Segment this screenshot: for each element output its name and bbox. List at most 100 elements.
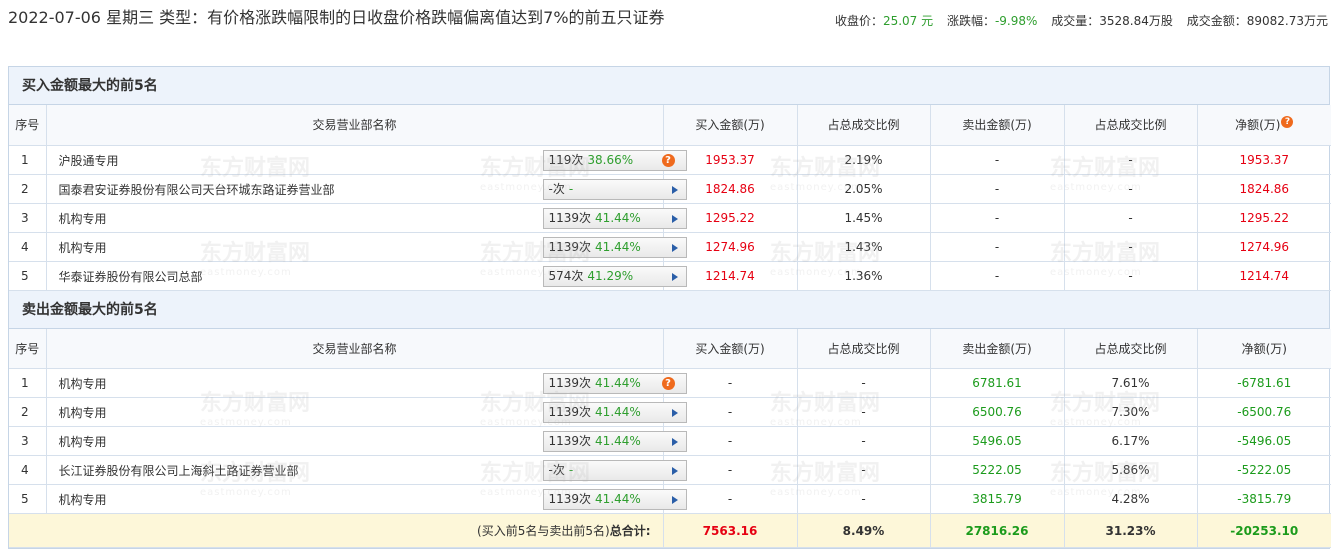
dragon-tiger-table: 买入金额最大的前5名 序号 交易营业部名称 买入金额(万) 占总成交比例 卖出金额(万)… xyxy=(8,66,1331,549)
buy-ratio: - xyxy=(797,484,931,514)
broker-cell: 机构专用 1139次 41.44% xyxy=(46,426,687,456)
sell-table-row: 2 机构专用 1139次 41.44% - -6500.76 7.30% -6500.76 xyxy=(9,397,1331,427)
buy-col-header: 买入金额(万) xyxy=(663,105,798,146)
sell-col-header: 占总成交比例 xyxy=(1064,328,1198,369)
broker-name-link[interactable]: 沪股通专用 xyxy=(59,152,119,169)
triangle-right-icon[interactable] xyxy=(671,467,678,475)
column-label: 净额(万) xyxy=(1235,118,1281,133)
sell-amount: 5496.05 xyxy=(930,426,1065,456)
broker-stats-button[interactable]: 1139次 41.44% xyxy=(542,207,687,229)
broker-times: 119次 xyxy=(548,152,584,167)
sell-ratio: 4.28% xyxy=(1064,484,1198,514)
total-buy-ratio: 8.49% xyxy=(797,513,931,548)
broker-times: -次 xyxy=(548,181,565,196)
broker-name-link[interactable]: 机构专用 xyxy=(59,375,107,392)
broker-cell: 国泰君安证券股份有限公司天台环城东路证券营业部 -次 - xyxy=(46,174,687,204)
row-seq: 5 xyxy=(9,484,47,514)
broker-cell: 华泰证券股份有限公司总部 574次 41.29% xyxy=(46,261,687,291)
sell-amount: - xyxy=(930,145,1065,175)
triangle-right-icon[interactable] xyxy=(671,438,678,446)
net-amount: 1274.96 xyxy=(1197,232,1331,262)
buy-col-header: 序号 xyxy=(9,105,47,146)
broker-stats-button[interactable]: -次 - xyxy=(542,460,687,481)
column-label: 占总成交比例 xyxy=(1094,118,1167,133)
broker-stats-button[interactable]: -次 - xyxy=(542,178,687,200)
stock-stats: 收盘价：25.07 元 涨跌幅：-9.98% 成交量：3528.84万股 成交金… xyxy=(835,12,1328,30)
broker-win-rate: 41.44% xyxy=(595,492,641,506)
broker-name-link[interactable]: 机构专用 xyxy=(59,404,107,421)
triangle-right-icon[interactable] xyxy=(671,272,678,281)
column-label: 卖出金额(万) xyxy=(962,118,1032,133)
sell-col-header: 占总成交比例 xyxy=(797,328,931,369)
row-seq: 5 xyxy=(9,261,47,291)
buy-table-row: 4 机构专用 1139次 41.44% 1274.96 1.43% - -1274.96 xyxy=(9,232,1331,262)
net-amount: -5222.05 xyxy=(1197,455,1331,485)
triangle-right-icon[interactable] xyxy=(671,214,678,223)
buy-col-header: 卖出金额(万) xyxy=(930,105,1065,146)
buy-table-row: 1 沪股通专用 119次 38.66%? 1953.37 2.19% - -1953.37 xyxy=(9,145,1331,175)
triangle-right-icon[interactable] xyxy=(671,409,678,417)
help-question-icon[interactable]: ? xyxy=(1281,116,1294,129)
column-label: 交易营业部名称 xyxy=(312,118,397,133)
page-header: 2022-07-06 星期三 类型：有价格涨跌幅限制的日收盘价格跌幅偏离值达到7… xyxy=(8,6,1332,60)
net-amount: -5496.05 xyxy=(1197,426,1331,456)
broker-stats-button[interactable]: 1139次 41.44%? xyxy=(542,373,687,394)
net-amount: 1824.86 xyxy=(1197,174,1331,204)
row-seq: 3 xyxy=(9,203,47,233)
broker-name-link[interactable]: 长江证券股份有限公司上海斜土路证券营业部 xyxy=(59,462,299,479)
sell-col-header: 交易营业部名称 xyxy=(46,328,664,369)
sell-ratio: 6.17% xyxy=(1064,426,1198,456)
broker-stats-button[interactable]: 119次 38.66%? xyxy=(542,149,687,171)
column-label: 买入金额(万) xyxy=(695,341,765,356)
sell-section-title: 卖出金额最大的前5名 xyxy=(9,290,1329,329)
broker-name-link[interactable]: 华泰证券股份有限公司总部 xyxy=(59,268,203,285)
close-price-value: 25.07 元 xyxy=(882,14,934,28)
triangle-right-icon[interactable] xyxy=(671,185,678,194)
question-icon[interactable]: ? xyxy=(661,377,675,390)
question-icon[interactable]: ? xyxy=(661,153,675,167)
broker-stats-button[interactable]: 574次 41.29% xyxy=(542,265,687,287)
broker-name-link[interactable]: 机构专用 xyxy=(59,491,107,508)
broker-name-link[interactable]: 机构专用 xyxy=(59,239,107,256)
broker-name-link[interactable]: 机构专用 xyxy=(59,433,107,450)
column-label: 卖出金额(万) xyxy=(962,341,1032,356)
column-label: 占总成交比例 xyxy=(827,118,900,133)
sell-amount: 5222.05 xyxy=(930,455,1065,485)
broker-stats-button[interactable]: 1139次 41.44% xyxy=(542,236,687,258)
total-buy: 7563.16 xyxy=(663,513,798,548)
change-label: 涨跌幅： xyxy=(946,14,995,28)
sell-ratio: 7.30% xyxy=(1064,397,1198,427)
column-label: 交易营业部名称 xyxy=(312,341,397,356)
buy-ratio: 1.45% xyxy=(797,203,931,233)
sell-table-row: 5 机构专用 1139次 41.44% - -3815.79 4.28% -3815.79 xyxy=(9,484,1331,514)
broker-win-rate: 41.44% xyxy=(595,405,641,419)
broker-cell: 机构专用 1139次 41.44%? xyxy=(46,368,687,398)
sell-table-row: 1 机构专用 1139次 41.44%? - -6781.61 7.61% -6781.61 xyxy=(9,368,1331,398)
sell-ratio: 5.86% xyxy=(1064,455,1198,485)
broker-times: -次 xyxy=(548,463,565,477)
broker-win-rate: 41.29% xyxy=(587,268,634,283)
triangle-right-icon[interactable] xyxy=(671,496,678,504)
amount-label: 成交金额： xyxy=(1186,14,1247,28)
sell-amount: - xyxy=(930,203,1065,233)
row-seq: 2 xyxy=(9,174,47,204)
sell-col-header: 卖出金额(万) xyxy=(930,328,1065,369)
broker-win-rate: 41.44% xyxy=(595,210,641,225)
buy-ratio: - xyxy=(797,397,931,427)
triangle-right-icon[interactable] xyxy=(671,243,678,252)
broker-stats-button[interactable]: 1139次 41.44% xyxy=(542,489,687,510)
sell-ratio: - xyxy=(1064,261,1198,291)
total-label-text: (买入前5名与卖出前5名)总合计: xyxy=(477,522,662,539)
broker-times: 1139次 xyxy=(548,405,592,419)
buy-ratio: 2.05% xyxy=(797,174,931,204)
broker-name-link[interactable]: 机构专用 xyxy=(59,210,107,227)
total-label-prefix: (买入前5名与卖出前5名) xyxy=(477,524,610,538)
broker-stats-button[interactable]: 1139次 41.44% xyxy=(542,431,687,452)
broker-name-link[interactable]: 国泰君安证券股份有限公司天台环城东路证券营业部 xyxy=(59,181,335,198)
column-label: 序号 xyxy=(15,341,40,356)
total-label: (买入前5名与卖出前5名)总合计: xyxy=(9,513,664,548)
column-label: 净额(万) xyxy=(1241,341,1287,356)
sell-col-header: 买入金额(万) xyxy=(663,328,798,369)
broker-stats-button[interactable]: 1139次 41.44% xyxy=(542,402,687,423)
row-seq: 4 xyxy=(9,232,47,262)
